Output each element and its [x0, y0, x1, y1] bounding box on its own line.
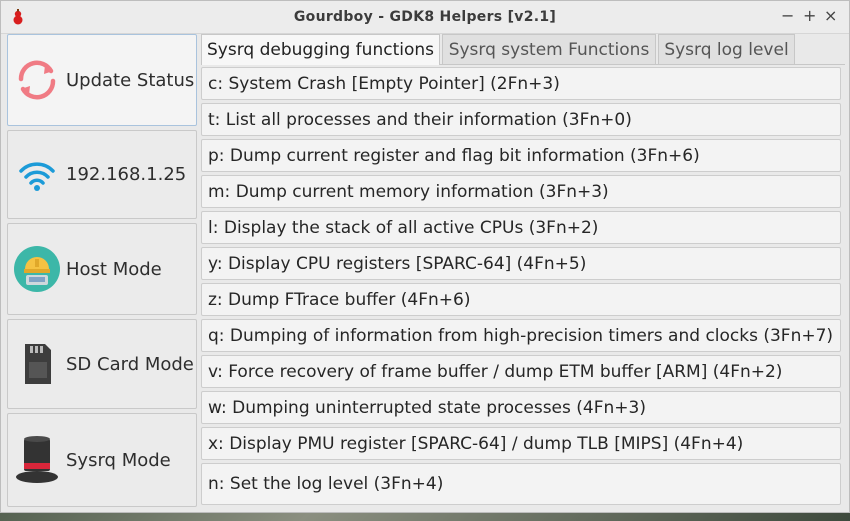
function-button-m[interactable]: m: Dump current memory information (3Fn+…: [201, 175, 841, 208]
sd-card-icon: [12, 339, 62, 389]
function-button-p[interactable]: p: Dump current register and flag bit in…: [201, 139, 841, 172]
title-bar: Gourdboy - GDK8 Helpers [v2.1] − + ×: [1, 1, 849, 34]
function-button-x[interactable]: x: Display PMU register [SPARC-64] / dum…: [201, 427, 841, 460]
window-title: Gourdboy - GDK8 Helpers [v2.1]: [293, 9, 557, 25]
function-button-n[interactable]: n: Set the log level (3Fn+4): [201, 463, 841, 505]
minimize-button[interactable]: −: [781, 7, 794, 25]
tab-sysrq-system-functions[interactable]: Sysrq system Functions: [442, 34, 656, 64]
tab-sysrq-debugging-functions[interactable]: Sysrq debugging functions: [201, 34, 440, 65]
app-window: Gourdboy - GDK8 Helpers [v2.1] − + × Upd…: [0, 0, 850, 513]
sidebar-item-label: Sysrq Mode: [66, 449, 171, 471]
function-button-y[interactable]: y: Display CPU registers [SPARC-64] (4Fn…: [201, 247, 841, 280]
function-list: c: System Crash [Empty Pointer] (2Fn+3) …: [201, 64, 845, 509]
top-hat-icon: [12, 435, 62, 485]
refresh-icon: [12, 55, 62, 105]
function-button-q[interactable]: q: Dumping of information from high-prec…: [201, 319, 841, 352]
update-status-button[interactable]: Update Status: [7, 34, 197, 126]
sidebar-item-label: Update Status: [66, 69, 195, 91]
function-button-t[interactable]: t: List all processes and their informat…: [201, 103, 841, 136]
sidebar-item-label: SD Card Mode: [66, 353, 194, 375]
function-button-w[interactable]: w: Dumping uninterrupted state processes…: [201, 391, 841, 424]
sidebar: Update Status 192.168.1.25 Host Mode SD …: [7, 34, 199, 508]
app-logo-icon: [13, 9, 23, 25]
host-mode-button[interactable]: Host Mode: [7, 223, 197, 315]
tab-sysrq-log-level[interactable]: Sysrq log level: [658, 34, 795, 64]
maximize-button[interactable]: +: [803, 7, 816, 25]
function-button-z[interactable]: z: Dump FTrace buffer (4Fn+6): [201, 283, 841, 316]
sidebar-item-label: Host Mode: [66, 258, 162, 280]
sidebar-item-label: 192.168.1.25: [66, 164, 187, 185]
sd-card-mode-button[interactable]: SD Card Mode: [7, 319, 197, 409]
ip-address-button[interactable]: 192.168.1.25: [7, 130, 197, 219]
wifi-icon: [12, 150, 62, 200]
sysrq-mode-button[interactable]: Sysrq Mode: [7, 413, 197, 507]
host-mode-icon: [12, 244, 62, 294]
function-button-v[interactable]: v: Force recovery of frame buffer / dump…: [201, 355, 841, 388]
close-button[interactable]: ×: [824, 7, 837, 25]
function-button-l[interactable]: l: Display the stack of all active CPUs …: [201, 211, 841, 244]
function-button-c[interactable]: c: System Crash [Empty Pointer] (2Fn+3): [201, 67, 841, 100]
